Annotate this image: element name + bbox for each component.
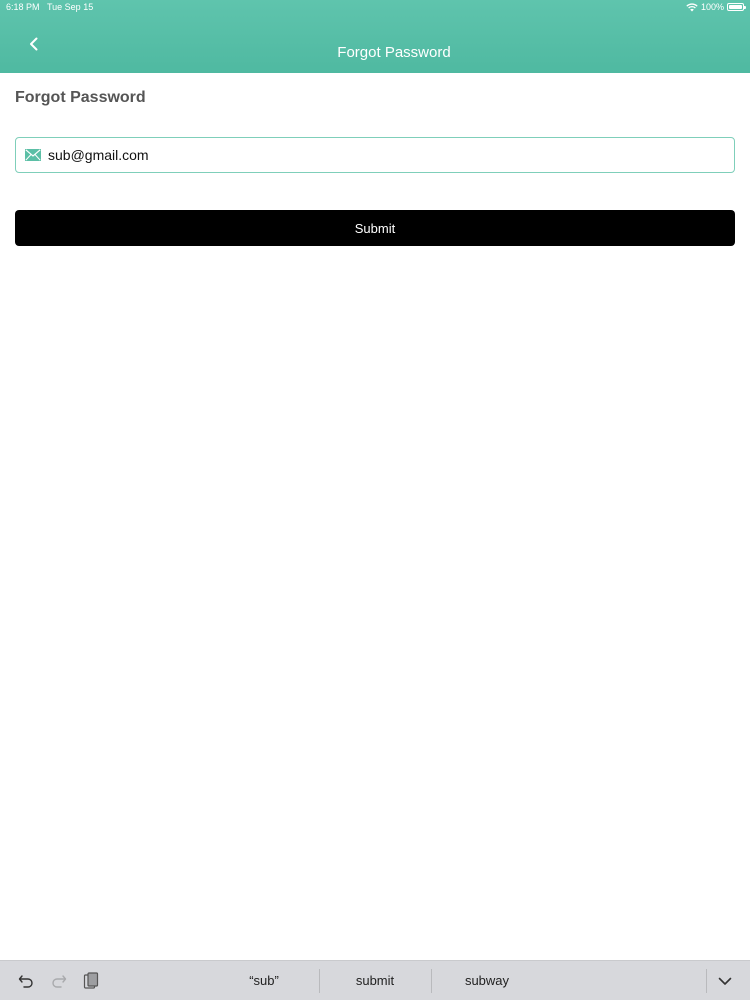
battery-percent: 100% [700,2,724,12]
status-bar: 6:18 PM Tue Sep 15 100% [0,0,750,16]
undo-icon[interactable] [17,972,35,990]
status-time: 6:18 PM [6,2,40,12]
wifi-icon [686,2,698,12]
header: 6:18 PM Tue Sep 15 100% Forgot Password [0,0,750,73]
page-title: Forgot Password [15,89,146,106]
screen: 6:18 PM Tue Sep 15 100% Forgot Password … [0,0,750,1000]
email-input[interactable] [48,140,708,170]
email-field[interactable] [15,137,735,173]
paste-icon[interactable] [82,972,100,990]
suggestion-2[interactable]: submit [320,961,430,1000]
nav-title: Forgot Password [337,44,451,61]
redo-icon[interactable] [50,972,68,990]
keyboard-suggestion-bar: “sub” submit subway [0,960,750,1000]
chevron-down-icon[interactable] [716,972,734,990]
submit-button[interactable]: Submit [15,210,735,246]
status-date: Tue Sep 15 [47,2,94,12]
suggestion-1[interactable]: “sub” [210,961,318,1000]
divider [706,969,707,993]
status-indicators: 100% [686,2,746,12]
suggestion-3[interactable]: subway [432,961,542,1000]
battery-icon [727,3,746,11]
envelope-icon [25,149,41,161]
